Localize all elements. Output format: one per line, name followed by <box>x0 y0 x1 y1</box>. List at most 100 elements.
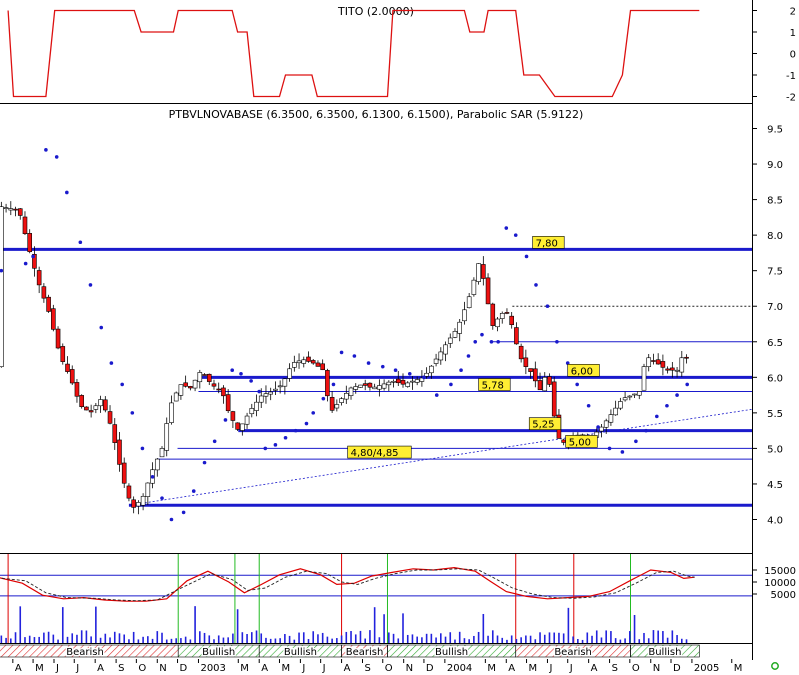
x-tick-label: S <box>364 663 370 674</box>
sar-dot <box>65 190 69 195</box>
candle-body <box>107 411 113 424</box>
candle-body <box>287 368 292 379</box>
sar-dot <box>555 339 559 344</box>
sar-dot <box>140 446 145 451</box>
volume-bar <box>14 632 17 643</box>
volume-bar <box>194 606 196 643</box>
sar-dot <box>54 155 59 159</box>
volume-bar <box>274 638 277 643</box>
candle-body <box>400 379 406 385</box>
volume-bar <box>95 606 97 643</box>
x-tick-label: J <box>548 663 552 674</box>
candle-body <box>27 233 33 253</box>
volume-bar <box>638 639 641 643</box>
sar-dot <box>459 368 463 373</box>
candle-body <box>358 384 363 388</box>
candle-body <box>74 382 80 397</box>
candle-body <box>608 414 614 423</box>
candle-body <box>292 362 297 368</box>
candle-body <box>462 309 467 322</box>
volume-bar <box>203 632 206 643</box>
volume-bar <box>28 635 31 643</box>
trend-band-label: Bullish <box>648 647 681 658</box>
volume-bar <box>487 635 489 643</box>
candle-body <box>121 462 127 484</box>
volume-bar <box>279 638 281 643</box>
volume-bar <box>416 636 418 643</box>
trend-band: Bullish <box>258 644 342 660</box>
candle-body <box>60 346 66 362</box>
candle-body <box>518 345 524 360</box>
price-y-tick-label: 7.0 <box>767 302 783 313</box>
x-tick-label: A <box>15 663 22 674</box>
candle-body <box>542 377 548 392</box>
volume-bar <box>208 635 211 643</box>
volume-bar <box>52 634 55 643</box>
candle-body <box>258 395 264 403</box>
sar-dot <box>44 148 48 152</box>
volume-bar <box>104 633 107 643</box>
volume-bar <box>90 636 92 643</box>
sar-dot <box>311 411 316 415</box>
sar-dot <box>380 364 385 369</box>
x-tick-label: M <box>281 663 290 674</box>
price-panel: 9.5 9.0 8.5 8.0 7.5 7.0 6.5 6.0 5.5 5.0 4.5 4.0 PTBV… <box>0 108 783 527</box>
candle-body <box>362 383 368 386</box>
volume-bar <box>19 606 22 643</box>
candle-body <box>8 208 14 211</box>
candle-body <box>197 372 203 383</box>
candle-body <box>646 357 652 367</box>
volume-bar <box>180 638 182 643</box>
candle-body <box>438 351 444 361</box>
time-axis: A M J J A S O N D 2003 M A M J J A S O N D 2004 M A M J J A S O N D 200… <box>12 659 742 674</box>
sar-dot <box>321 396 326 401</box>
volume-bar <box>411 634 414 643</box>
level-label-text: 5,00 <box>569 437 591 448</box>
candle-body <box>51 308 56 330</box>
volume-bar <box>0 635 3 643</box>
volume-bar <box>543 634 546 643</box>
volume-bar <box>373 607 376 643</box>
sar-dot <box>685 382 689 387</box>
candle-body <box>533 368 538 382</box>
candle-body <box>452 331 458 338</box>
price-y-tick-label: 9.0 <box>767 160 783 171</box>
volume-bar <box>33 637 36 643</box>
candle-body <box>386 381 392 386</box>
trend-band-label: Bullish <box>435 647 468 658</box>
price-y-tick-label: 6.0 <box>767 373 783 384</box>
candle-body <box>103 399 108 411</box>
sar-dot <box>223 418 228 422</box>
candle-body <box>471 279 477 295</box>
volume-bar <box>463 638 466 643</box>
volume-bar <box>184 636 187 643</box>
sar-dot <box>655 414 659 419</box>
candle-body <box>17 208 23 216</box>
volume-bar <box>151 638 154 643</box>
x-tick-label: J <box>55 663 59 674</box>
x-tick-label: A <box>344 663 351 674</box>
tito-y-tick-label: 2 <box>790 7 796 18</box>
candle-body <box>528 368 533 372</box>
volume-bar <box>510 635 513 643</box>
volume-bar <box>378 637 381 643</box>
price-y-tick-label: 7.5 <box>767 267 783 278</box>
level-label: 4,80/4,85 <box>347 445 412 459</box>
volume-bar <box>217 635 220 643</box>
sar-dot <box>99 325 104 330</box>
volume-bar <box>662 631 664 643</box>
candle-body <box>206 373 212 382</box>
candle-body <box>395 378 401 384</box>
candle-body <box>79 395 84 408</box>
volume-bar <box>132 631 135 643</box>
volume-bar <box>558 632 560 643</box>
volume-bar <box>298 632 300 643</box>
candle-body <box>674 369 680 372</box>
candle-body <box>310 360 316 364</box>
x-tick-label: S <box>612 663 618 674</box>
volume-bar <box>227 637 229 643</box>
trend-band: Bullish <box>630 644 700 660</box>
price-title: PTBVLNOVABASE (6.3500, 6.3500, 6.1300, 6… <box>169 108 584 121</box>
candle-body <box>424 372 429 377</box>
volume-bar <box>454 639 456 643</box>
